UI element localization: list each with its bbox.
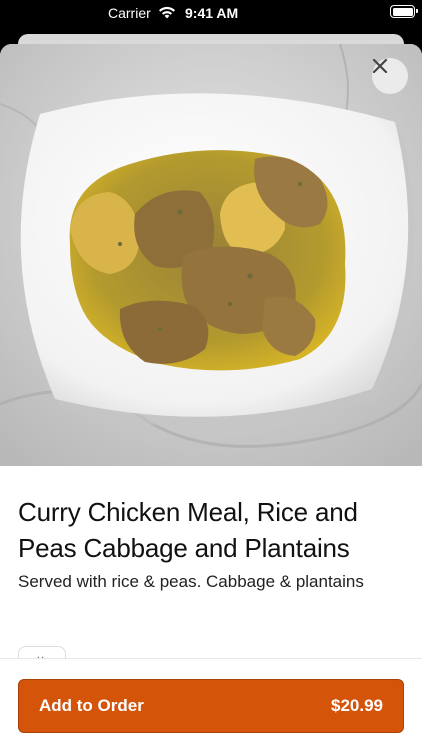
status-time: 9:41 AM (185, 5, 239, 21)
add-to-order-button[interactable]: Add to Order $20.99 (18, 679, 404, 733)
item-description: Served with rice & peas. Cabbage & plant… (18, 572, 364, 591)
price-label: $20.99 (331, 696, 383, 715)
carrier-label: Carrier (108, 5, 151, 21)
battery-icon (390, 5, 418, 18)
close-button[interactable] (372, 58, 408, 94)
close-icon (372, 58, 388, 74)
item-title: Curry Chicken Meal, Rice and Peas Cabbag… (18, 497, 358, 563)
item-photo (0, 44, 422, 466)
order-footer: Add to Order $20.99 (0, 658, 422, 750)
wifi-icon (159, 6, 175, 19)
add-to-order-label: Add to Order (39, 696, 144, 715)
food-illustration (0, 44, 422, 466)
status-bar: Carrier 9:41 AM (0, 0, 422, 28)
item-detail-sheet: Curry Chicken Meal, Rice and Peas Cabbag… (0, 44, 422, 750)
